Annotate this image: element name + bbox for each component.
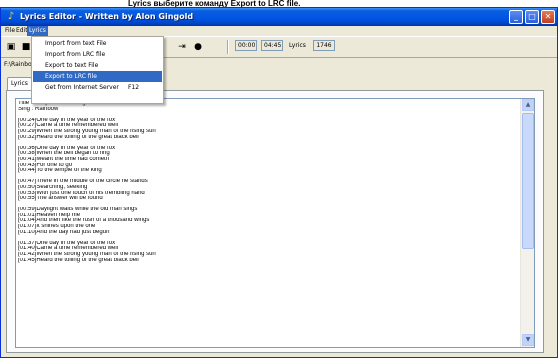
menu-export-text[interactable]: Export to text File	[33, 60, 162, 71]
lyrics-text-area[interactable]: Title : Temple of The KingSing : Rainbow…	[15, 98, 535, 348]
close-button[interactable]: ✕	[541, 10, 555, 24]
info-icon[interactable]: ●	[191, 40, 205, 54]
time-total-readout: 04:45	[261, 40, 283, 51]
menu-get-from-server[interactable]: Get from Internet Server F12	[33, 82, 162, 93]
tag-icon[interactable]: ⇥	[175, 40, 189, 54]
menu-import-text-label: Import from text File	[45, 40, 107, 47]
lyrics-count-readout: 1746	[313, 40, 335, 51]
page-caption: Lyrics выберите команду Export to LRC fi…	[0, 0, 558, 7]
window-title: Lyrics Editor - Written by Alon Gingold	[20, 12, 194, 21]
blank-icon[interactable]	[207, 40, 221, 54]
menu-import-text[interactable]: Import from text File	[33, 38, 162, 49]
lyrics-editor-window: ♪ Lyrics Editor - Written by Alon Gingol…	[0, 7, 558, 358]
app-icon: ♪	[7, 11, 15, 22]
time-current-readout: 00:00	[235, 40, 257, 51]
lyrics-count-label: Lyrics	[289, 42, 306, 49]
menu-import-lrc[interactable]: Import from LRC file	[33, 49, 162, 60]
menu-shortcut-f12: F12	[128, 84, 140, 91]
menu-bar: File Edit Lyrics	[1, 26, 557, 36]
minimize-button[interactable]: _	[509, 10, 523, 24]
open-icon[interactable]: ▣	[4, 40, 18, 54]
scroll-thumb[interactable]	[522, 113, 534, 249]
tab-lyrics[interactable]: Lyrics	[7, 77, 32, 90]
menu-get-from-server-label: Get from Internet Server	[45, 84, 119, 91]
title-bar[interactable]: ♪ Lyrics Editor - Written by Alon Gingol…	[1, 8, 557, 26]
menu-lyrics[interactable]: Lyrics	[27, 26, 48, 36]
lyrics-tab-panel: Title : Temple of The KingSing : Rainbow…	[6, 90, 544, 353]
scroll-down-icon[interactable]: ▼	[522, 334, 534, 346]
menu-export-lrc[interactable]: Export to LRC file	[33, 71, 162, 82]
lyrics-line: [01:45]Heard the tolling of the great bl…	[18, 257, 139, 263]
toolbar-separator	[227, 40, 229, 54]
menu-import-lrc-label: Import from LRC file	[45, 51, 106, 58]
menu-export-lrc-label: Export to LRC file	[45, 73, 97, 80]
lyrics-menu-dropdown: Import from text File Import from LRC fi…	[31, 36, 164, 104]
menu-export-text-label: Export to text File	[45, 62, 99, 69]
maximize-button[interactable]: □	[525, 10, 539, 24]
scroll-up-icon[interactable]: ▲	[522, 99, 534, 111]
vertical-scrollbar[interactable]: ▲ ▼	[520, 99, 534, 347]
lyrics-text: Title : Temple of The KingSing : Rainbow…	[18, 101, 520, 263]
